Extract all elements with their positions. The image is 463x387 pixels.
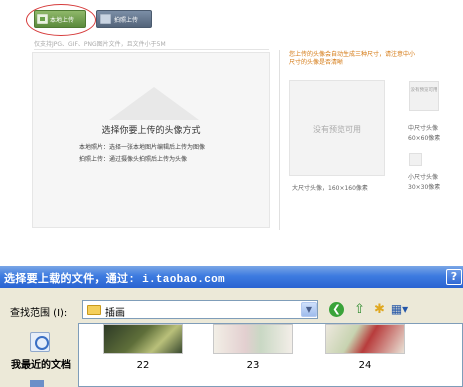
sidebar-item-label: 我最近的文档 xyxy=(11,360,71,371)
placeholder-shape xyxy=(109,87,199,120)
size-notice: 您上传的头像会自动生成三种尺寸，请注意中小尺寸的头像是否清晰 xyxy=(289,51,416,66)
file-name: 24 xyxy=(358,360,372,371)
camera-instruction: 拍照上传：通过摄像头拍照后上传为头像 xyxy=(79,156,188,163)
divider xyxy=(34,49,269,50)
camera-icon xyxy=(100,14,111,24)
no-preview-text: 没有预览可用 xyxy=(313,125,361,134)
upload-title: 选择你要上传的头像方式 xyxy=(101,126,201,136)
views-menu-icon[interactable]: ▦▾ xyxy=(390,300,409,319)
image-thumbnail xyxy=(325,324,405,354)
file-name: 23 xyxy=(246,360,260,371)
preview-small xyxy=(409,153,422,166)
image-thumbnail xyxy=(213,324,293,354)
new-folder-icon[interactable]: ✱ xyxy=(370,300,389,319)
recent-documents-icon xyxy=(30,332,50,352)
list-item[interactable]: 23 xyxy=(213,324,293,376)
preview-large-label: 大尺寸头像，160×160像素 xyxy=(292,185,368,192)
image-thumbnail xyxy=(103,324,183,354)
file-upload-dialog: 选择要上载的文件，通过: i.taobao.com ? 查找范围 (I): 插画… xyxy=(0,266,463,387)
upload-area[interactable]: 选择你要上传的头像方式 本地照片：选择一张本地图片编辑后上传为图像 拍照上传：通… xyxy=(32,52,270,228)
dialog-title: 选择要上载的文件，通过: i.taobao.com xyxy=(4,274,225,286)
preview-medium: 没有预览可用 xyxy=(409,81,439,111)
tab-camera-upload[interactable]: 拍照上传 xyxy=(96,10,152,28)
preview-medium-label: 中尺寸头像 60×60像素 xyxy=(408,125,441,142)
desktop-icon[interactable] xyxy=(30,380,44,387)
sidebar-item-recent-documents[interactable]: 我最近的文档 xyxy=(8,332,72,372)
file-type-hint: 仅支持JPG、GIF、PNG图片文件，且文件小于5M xyxy=(34,41,166,48)
preview-large: 没有预览可用 xyxy=(289,80,385,176)
preview-small-label: 小尺寸头像 30×30像素 xyxy=(408,174,441,191)
file-list: 22 23 24 xyxy=(78,323,463,387)
file-name: 22 xyxy=(136,360,150,371)
folder-icon xyxy=(87,305,101,315)
local-photo-instruction: 本地照片：选择一张本地图片编辑后上传为图像 xyxy=(79,144,206,151)
tab-camera-upload-label: 拍照上传 xyxy=(114,16,139,24)
vertical-divider xyxy=(279,50,280,230)
dialog-titlebar[interactable]: 选择要上载的文件，通过: i.taobao.com ? xyxy=(0,266,463,288)
highlight-circle xyxy=(26,4,96,36)
chevron-down-icon[interactable]: ▼ xyxy=(301,302,317,317)
look-in-select[interactable]: 插画 ▼ xyxy=(82,300,318,319)
look-in-value: 插画 xyxy=(105,308,125,319)
list-item[interactable]: 22 xyxy=(103,324,183,376)
up-folder-icon[interactable]: ⇧ xyxy=(350,300,369,319)
list-item[interactable]: 24 xyxy=(325,324,405,376)
look-in-label: 查找范围 (I): xyxy=(10,308,68,319)
back-icon[interactable]: ❮ xyxy=(329,302,344,317)
help-button[interactable]: ? xyxy=(446,269,462,285)
